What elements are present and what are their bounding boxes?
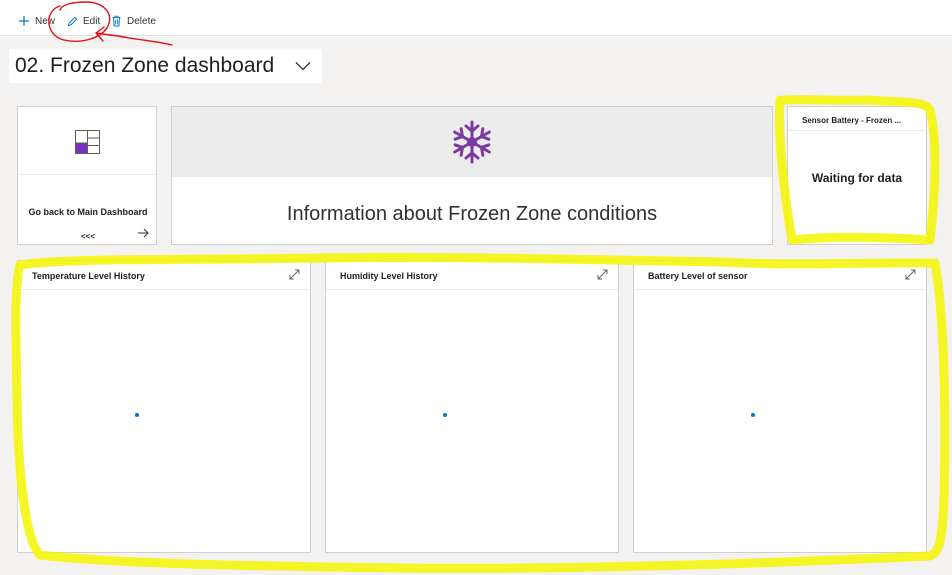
nav-tile-icon-area	[18, 107, 156, 175]
loading-indicator	[443, 413, 447, 417]
info-tile: Information about Frozen Zone conditions	[171, 106, 773, 245]
kpi-tile-sensor-battery[interactable]: Sensor Battery - Frozen ... Waiting for …	[787, 106, 927, 245]
dashboard-selector[interactable]: 02. Frozen Zone dashboard	[9, 49, 322, 83]
expand-icon[interactable]	[289, 269, 300, 280]
loading-indicator	[135, 413, 139, 417]
expand-icon[interactable]	[905, 269, 916, 280]
snowflake-icon	[453, 120, 491, 164]
nav-tile-sublabel: <<<	[80, 232, 95, 241]
info-tile-icon-area	[172, 107, 772, 177]
edit-button[interactable]: Edit	[67, 12, 100, 30]
dashboard-canvas: 02. Frozen Zone dashboard Go back to Mai…	[0, 37, 952, 575]
expand-icon[interactable]	[597, 269, 608, 280]
arrow-right-icon	[138, 228, 149, 238]
delete-button[interactable]: Delete	[111, 12, 156, 30]
chart-tile-humidity[interactable]: Humidity Level History	[325, 260, 619, 553]
plus-icon	[19, 16, 29, 26]
loading-indicator	[751, 413, 755, 417]
new-button[interactable]: New	[18, 12, 55, 30]
nav-tile-main-dashboard[interactable]: Go back to Main Dashboard <<<	[17, 106, 157, 245]
kpi-tile-value: Waiting for data	[811, 171, 903, 185]
delete-button-label: Delete	[127, 15, 156, 27]
nav-tile-label: Go back to Main Dashboard	[28, 207, 148, 217]
command-bar: New Edit Delete	[0, 0, 952, 36]
chart-tile-battery[interactable]: Battery Level of sensor	[633, 260, 927, 553]
trash-icon	[112, 15, 121, 27]
chevron-down-icon	[295, 62, 311, 71]
page-title: 02. Frozen Zone dashboard	[15, 54, 275, 77]
chart-tile-title: Temperature Level History	[18, 261, 310, 290]
chart-tile-title: Battery Level of sensor	[634, 261, 926, 290]
pencil-icon	[67, 16, 78, 26]
edit-button-label: Edit	[83, 15, 101, 27]
chart-tile-temperature[interactable]: Temperature Level History	[17, 260, 311, 553]
chart-tile-title: Humidity Level History	[326, 261, 618, 290]
dashboard-icon	[75, 130, 100, 154]
kpi-tile-title: Sensor Battery - Frozen ...	[788, 107, 926, 131]
info-tile-text: Information about Frozen Zone conditions	[286, 203, 658, 225]
new-button-label: New	[35, 15, 56, 27]
